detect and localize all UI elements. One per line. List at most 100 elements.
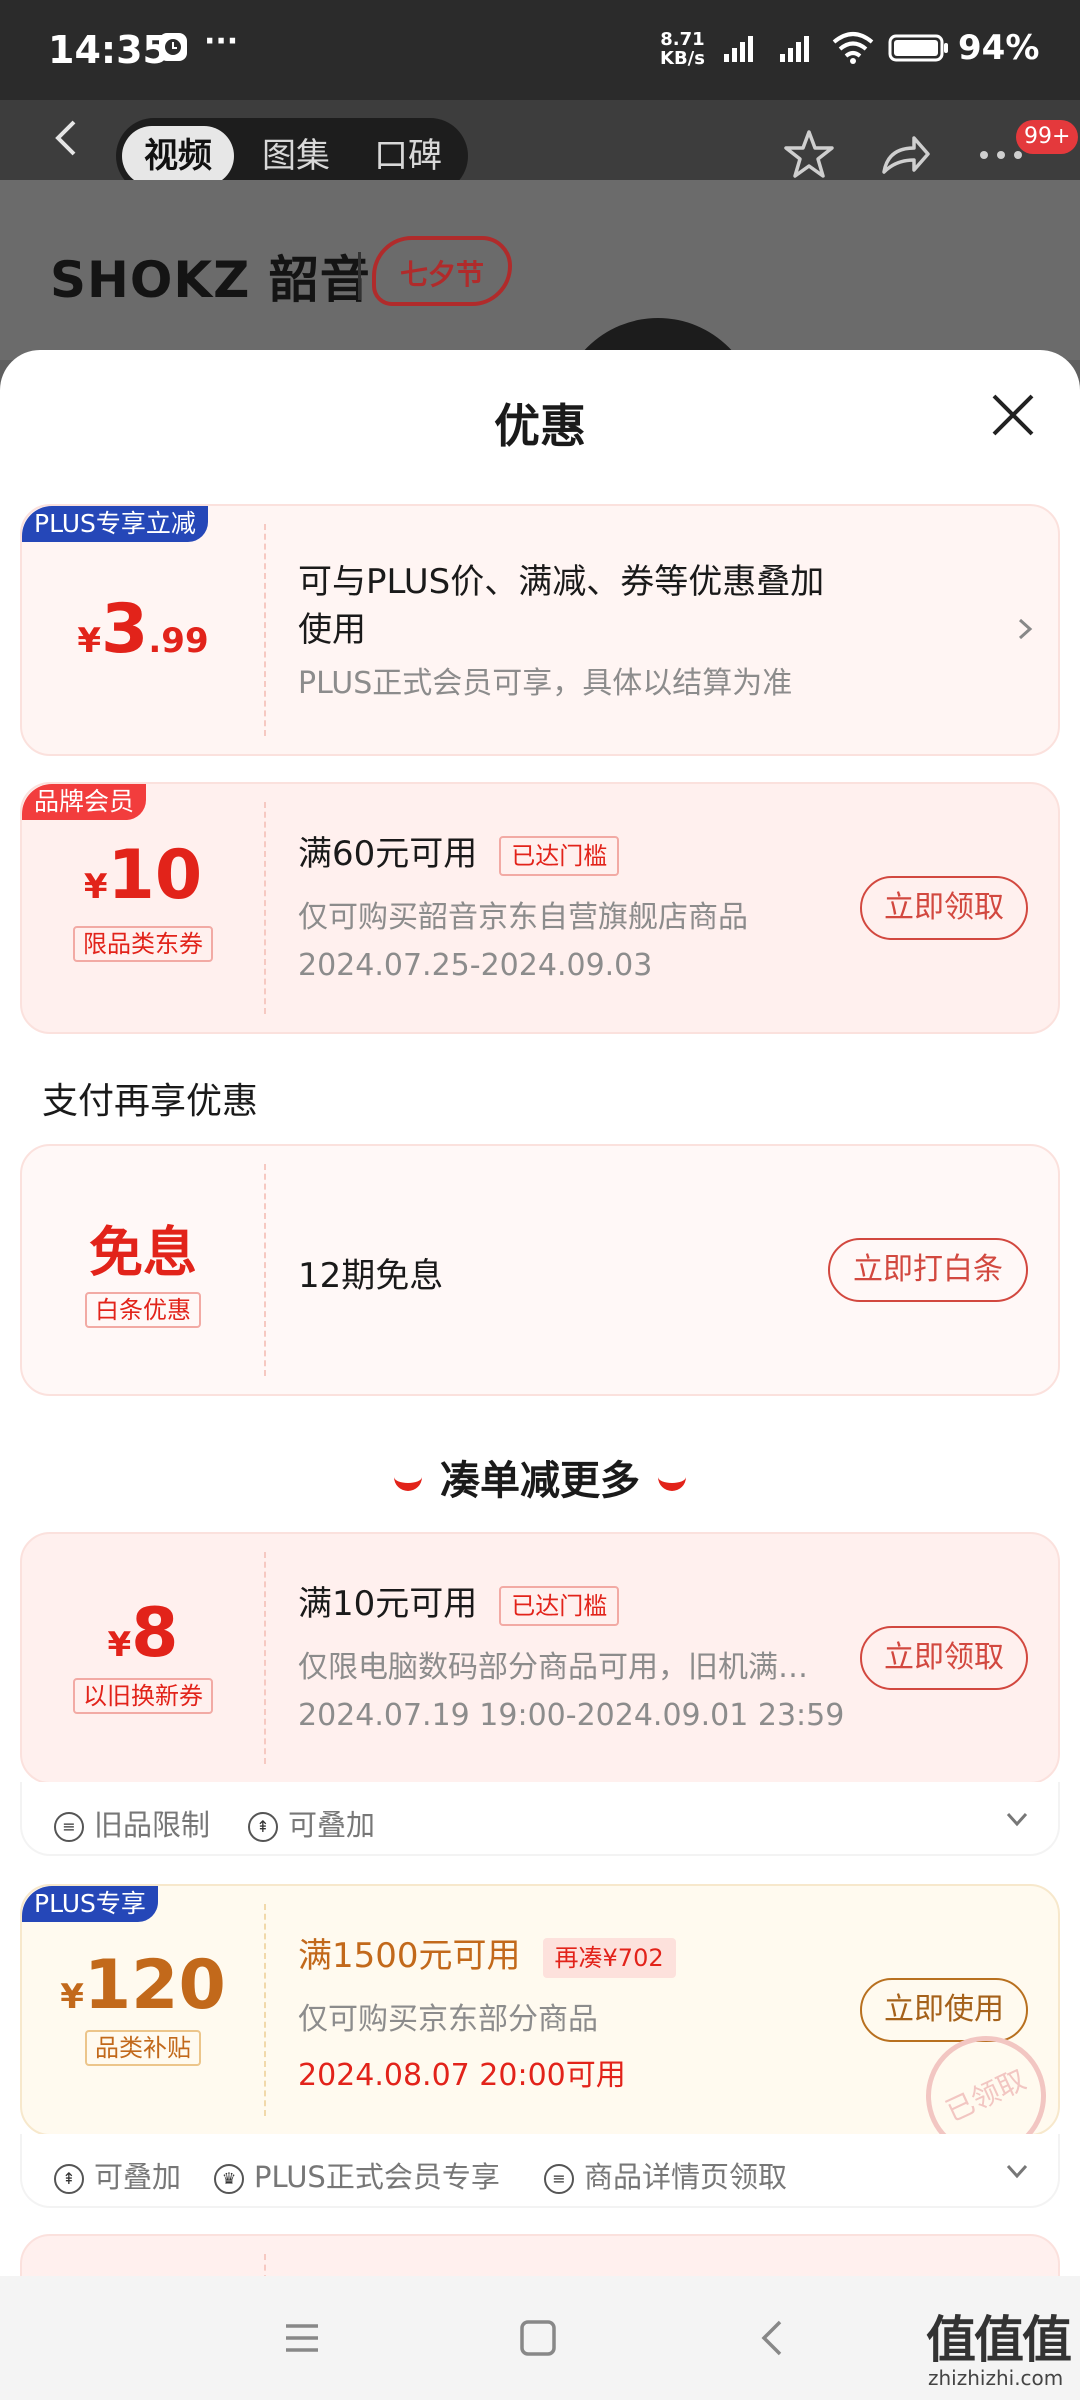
system-nav-bar	[0, 2276, 1080, 2400]
watermark-url: zhizhizhi.com	[928, 2366, 1064, 2390]
coupon-subtag-label: 以旧换新券	[73, 1678, 213, 1714]
coupon-desc: PLUS正式会员可享，具体以结算为准	[298, 666, 793, 701]
feature-plus-only: ♛ PLUS正式会员专享	[214, 2154, 500, 2196]
coupon-validity: 2024.07.19 19:00-2024.09.01 23:59	[298, 1698, 845, 1733]
category-subsidy-coupon: PLUS专享 ¥120 品类补贴 满1500元可用 再凑¥702 仅可购买京东部分…	[20, 1884, 1066, 2176]
chevron-right-icon[interactable]	[1010, 614, 1040, 644]
coupon-feature-row[interactable]: ≡ 旧品限制 ⇞ 可叠加	[20, 1782, 1060, 1856]
trade-in-coupon: ¥8 以旧换新券 满10元可用 已达门槛 仅限电脑数码部分商品可用，旧机满… 20…	[20, 1532, 1060, 1784]
plus-discount-card[interactable]: PLUS专享立减 ¥3.99 可与PLUS价、满减、券等优惠叠加 使用 PLUS…	[20, 504, 1060, 756]
status-bar: 14:35 ··· 8.71 KB/s 94%	[0, 0, 1080, 100]
card-divider	[264, 524, 266, 736]
feature-old-item-limit: ≡ 旧品限制	[54, 1802, 210, 1844]
crown-icon: ♛	[214, 2164, 244, 2194]
plus-tag: PLUS专享立减	[22, 506, 208, 542]
coupon-subtag: 品类补贴	[22, 2030, 264, 2066]
card-divider	[264, 2254, 266, 2276]
card-divider	[264, 1552, 266, 1764]
recent-apps-icon[interactable]	[280, 2316, 324, 2360]
coupon-title-line1: 可与PLUS价、满减、券等优惠叠加	[298, 562, 825, 602]
status-more-dots: ···	[204, 24, 239, 59]
decor-smile-left-icon	[394, 1475, 422, 1491]
amount-integer: 8	[131, 1594, 179, 1673]
battery-percent: 94%	[958, 28, 1040, 68]
pay-section-heading: 支付再享优惠	[42, 1081, 259, 1122]
card-divider	[264, 802, 266, 1014]
use-baitiao-button[interactable]: 立即打白条	[828, 1238, 1028, 1302]
amount-integer: 3	[101, 590, 149, 669]
battery-icon	[888, 34, 948, 62]
coupon-title-line2: 使用	[298, 610, 366, 650]
amount-integer: 120	[83, 1946, 226, 2025]
currency: ¥	[77, 621, 102, 661]
close-icon[interactable]	[990, 392, 1036, 438]
feature-stackable: ⇞ 可叠加	[54, 2154, 181, 2196]
home-icon[interactable]	[516, 2316, 560, 2360]
coupon-desc: 仅限电脑数码部分商品可用，旧机满…	[298, 1650, 808, 1685]
watermark-logo: 值值值	[926, 2311, 1072, 2369]
currency: ¥	[60, 1977, 84, 2017]
status-time: 14:35	[48, 28, 169, 72]
coupon-amount: ¥120	[22, 1946, 264, 2025]
back-icon[interactable]	[46, 118, 86, 158]
net-speed: 8.71 KB/s	[660, 30, 705, 68]
coupon-condition: 满60元可用 已达门槛	[298, 826, 620, 876]
coupon-desc: 仅可购买韶音京东自营旗舰店商品	[298, 900, 748, 935]
net-speed-unit: KB/s	[660, 48, 705, 69]
tab-reviews[interactable]: 口碑	[352, 126, 464, 186]
currency: ¥	[107, 1625, 132, 1665]
wifi-icon	[832, 32, 874, 64]
use-now-button[interactable]: 立即使用	[860, 1978, 1028, 2042]
coupon-amount: ¥3.99	[22, 590, 264, 669]
coupon-subtag: 限品类东券	[22, 926, 264, 962]
coupon-condition-text: 满60元可用	[298, 834, 478, 874]
message-badge: 99+	[1016, 120, 1079, 154]
brand-member-tag: 品牌会员	[22, 784, 147, 820]
tab-video[interactable]: 视频	[122, 126, 234, 186]
feature-label: 旧品限制	[94, 1808, 211, 1842]
more-section-title: 凑单减更多	[440, 1458, 640, 1504]
add-more-chip: 再凑¥702	[542, 1937, 676, 1978]
coupon-amount: ¥10	[22, 836, 264, 915]
coupon-subtag-label: 品类补贴	[85, 2030, 201, 2066]
brand-member-coupon: 品牌会员 ¥10 限品类东券 满60元可用 已达门槛 仅可购买韶音京东自营旗舰店商…	[20, 782, 1060, 1034]
plus-tag: PLUS专享	[22, 1886, 158, 1922]
claim-button[interactable]: 立即领取	[860, 1626, 1028, 1690]
coupon-desc: 仅可购买京东部分商品	[298, 2002, 598, 2037]
chevron-down-icon[interactable]	[1002, 2156, 1032, 2186]
coupon-validity: 2024.07.25-2024.09.03	[298, 948, 653, 983]
threshold-reached-chip: 已达门槛	[499, 835, 620, 876]
baitiao-interest-free-card: 免息 白条优惠 12期免息 立即打白条	[20, 1144, 1060, 1396]
feature-label: 商品详情页领取	[584, 2160, 788, 2194]
brand-separator	[358, 252, 361, 300]
system-back-icon[interactable]	[752, 2316, 796, 2360]
interest-free-label: 免息	[89, 1221, 197, 1284]
more-section-heading: 凑单减更多	[0, 1448, 1080, 1506]
feature-label: PLUS正式会员专享	[254, 2160, 500, 2194]
coupon-available-time: 2024.08.07 20:00可用	[298, 2058, 626, 2093]
star-icon[interactable]	[780, 126, 838, 184]
share-icon[interactable]	[876, 126, 934, 184]
coupon-condition-text: 满10元可用	[298, 1584, 478, 1624]
discount-sheet: 优惠 PLUS专享立减 ¥3.99 可与PLUS价、满减、券等优惠叠加 使用 P…	[0, 350, 1080, 2276]
card-divider	[264, 1904, 266, 2116]
net-speed-value: 8.71	[660, 29, 705, 50]
tab-gallery[interactable]: 图集	[240, 126, 352, 186]
signal-2-icon	[780, 36, 809, 62]
coupon-condition: 满10元可用 已达门槛	[298, 1576, 620, 1626]
ticket-icon: ≡	[54, 1812, 84, 1842]
stack-icon: ⇞	[248, 1812, 278, 1842]
decor-smile-right-icon	[658, 1475, 686, 1491]
claim-button[interactable]: 立即领取	[860, 876, 1028, 940]
festival-logo: 七夕节	[372, 236, 512, 306]
coupon-amount: ¥8	[22, 1594, 264, 1673]
feature-stackable: ⇞ 可叠加	[248, 1802, 375, 1844]
amount-decimal: .99	[148, 621, 209, 661]
stack-icon: ⇞	[54, 2164, 84, 2194]
chevron-down-icon[interactable]	[1002, 1804, 1032, 1834]
threshold-reached-chip: 已达门槛	[499, 1585, 620, 1626]
coupon-feature-row[interactable]: ⇞ 可叠加 ♛ PLUS正式会员专享 ≡ 商品详情页领取	[20, 2134, 1060, 2208]
installment-title: 12期免息	[298, 1256, 444, 1296]
coupon-condition-text: 满1500元可用	[298, 1936, 521, 1976]
sheet-title: 优惠	[494, 399, 586, 453]
